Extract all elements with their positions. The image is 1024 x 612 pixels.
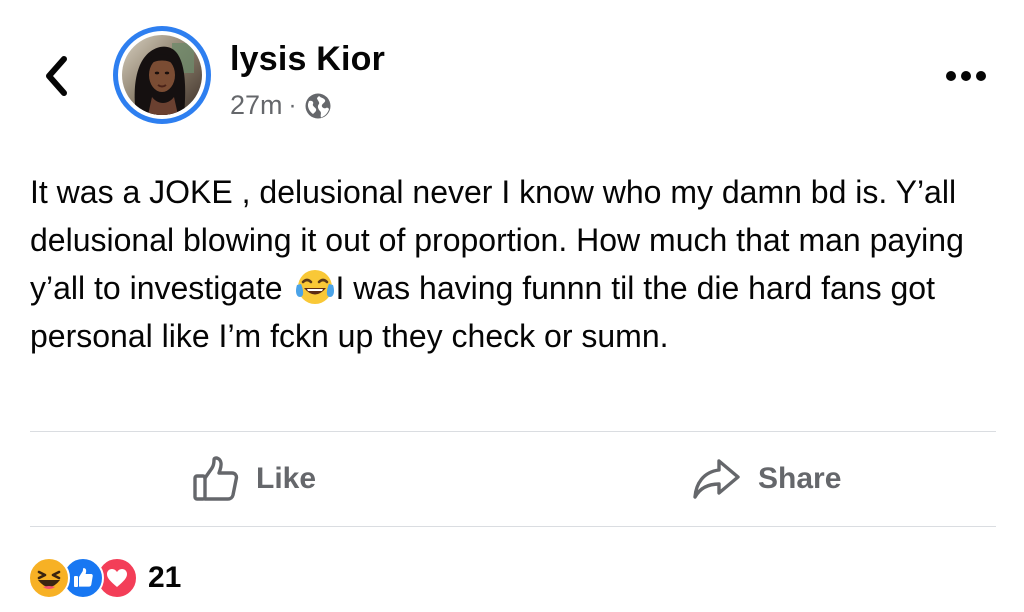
like-button[interactable]: Like: [192, 446, 316, 512]
reactions-summary[interactable]: 21: [28, 556, 181, 600]
post-timestamp[interactable]: 27m: [230, 90, 283, 121]
more-options-icon: [946, 71, 986, 81]
like-label: Like: [256, 462, 317, 495]
thumbs-up-icon: [192, 456, 240, 502]
more-options-button[interactable]: [936, 56, 996, 96]
back-button[interactable]: [34, 50, 78, 102]
avatar-photo: [122, 35, 202, 115]
share-button[interactable]: Share: [692, 446, 841, 512]
post-meta: 27m ·: [230, 90, 332, 121]
share-arrow-icon: [692, 457, 742, 501]
divider-bottom: [30, 526, 996, 527]
globe-icon[interactable]: [304, 92, 332, 120]
divider-top: [30, 431, 996, 432]
reaction-count: 21: [148, 561, 182, 594]
meta-separator: ·: [288, 91, 297, 119]
author-name[interactable]: lysis Kior: [230, 40, 385, 79]
share-label: Share: [758, 462, 842, 495]
chevron-left-icon: [46, 56, 67, 96]
haha-reaction-icon: [28, 557, 70, 599]
author-avatar[interactable]: [113, 26, 211, 124]
post-body: It was a JOKE , delusional never I know …: [30, 168, 990, 360]
face-with-tears-of-joy-icon: [296, 270, 335, 304]
